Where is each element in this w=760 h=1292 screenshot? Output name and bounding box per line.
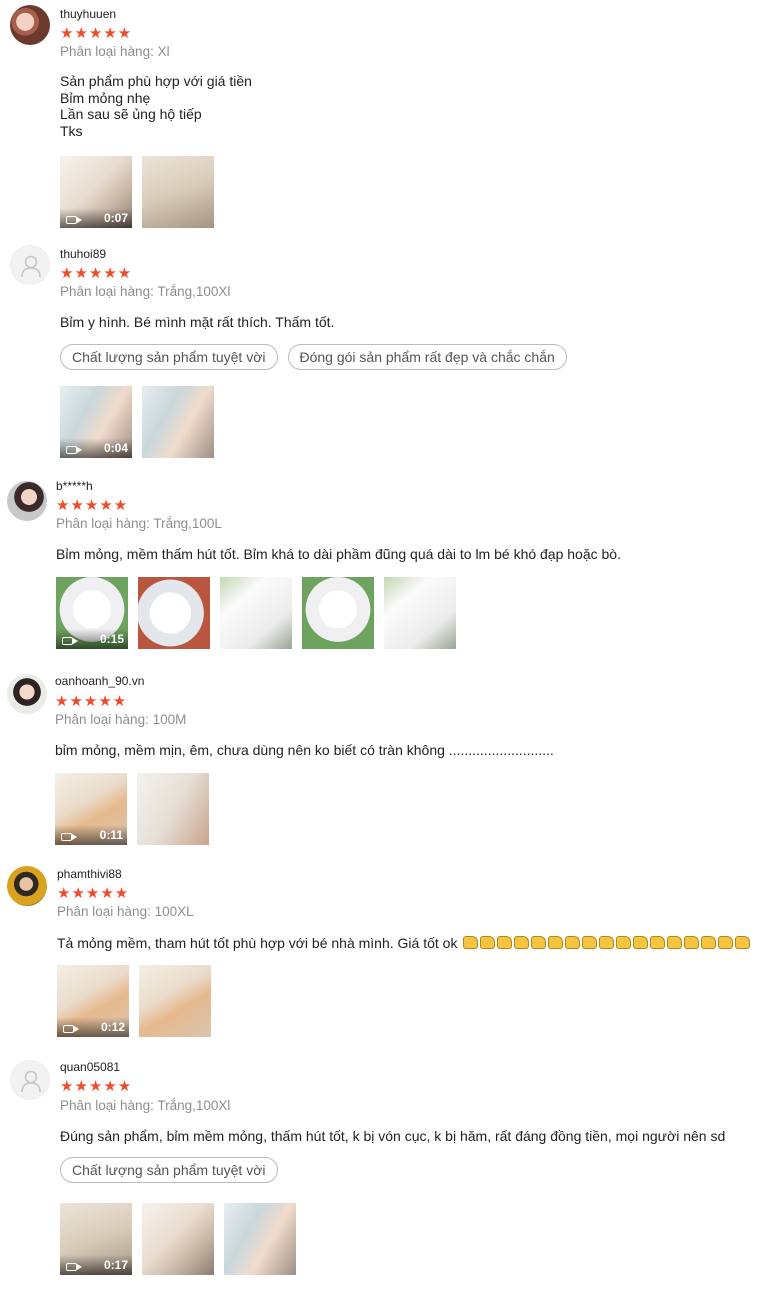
- thumbs-up-emoji-row: [461, 935, 751, 951]
- variant-label: Phân loại hàng: Trắng,100Xl: [60, 1098, 231, 1113]
- thumbs-up-emoji: [616, 936, 632, 949]
- video-thumbnail[interactable]: 0:11: [55, 773, 127, 845]
- image-thumbnail[interactable]: [142, 386, 214, 458]
- video-duration: 0:11: [99, 828, 123, 842]
- star-rating: ★★★★★: [60, 1078, 133, 1095]
- user-silhouette-icon: [21, 1070, 41, 1093]
- thumbs-up-emoji: [531, 936, 547, 949]
- video-camera-icon: [62, 637, 78, 645]
- review-text: Bỉm mỏng, mềm thấm hút tốt. Bỉm khá to d…: [56, 546, 621, 562]
- video-thumbnail[interactable]: 0:07: [60, 156, 132, 228]
- review-text-line: Tks: [60, 122, 83, 139]
- image-thumbnail[interactable]: [138, 577, 210, 649]
- thumbs-up-emoji: [735, 936, 751, 949]
- video-duration: 0:12: [100, 1020, 125, 1034]
- review-media: 0:15: [56, 577, 456, 649]
- review-media: 0:12: [57, 965, 211, 1037]
- image-thumbnail[interactable]: [224, 1203, 296, 1275]
- review-tag: Đóng gói sản phẩm rất đẹp và chắc chắn: [287, 344, 567, 370]
- video-duration: 0:17: [103, 1258, 128, 1272]
- thumbs-up-emoji: [684, 936, 700, 949]
- image-thumbnail[interactable]: [384, 577, 456, 649]
- thumbs-up-emoji: [514, 936, 530, 949]
- review-tags: Chất lượng sản phẩm tuyệt vời: [60, 1157, 278, 1183]
- star-rating: ★★★★★: [55, 693, 128, 710]
- review-text: bỉm mỏng, mềm mịn, êm, chưa dùng nên ko …: [55, 742, 554, 758]
- video-thumbnail[interactable]: 0:17: [60, 1203, 132, 1275]
- star-rating: ★★★★★: [60, 25, 133, 42]
- variant-label: Phân loại hàng: Xl: [60, 44, 170, 59]
- user-avatar[interactable]: [7, 866, 47, 906]
- user-avatar[interactable]: [10, 5, 50, 45]
- image-thumbnail[interactable]: [302, 577, 374, 649]
- thumbs-up-emoji: [701, 936, 717, 949]
- review-media: 0:07: [60, 156, 214, 228]
- star-rating: ★★★★★: [60, 265, 133, 282]
- video-camera-icon: [66, 1263, 82, 1271]
- thumbs-up-emoji: [463, 936, 479, 949]
- review-tag: Chất lượng sản phẩm tuyệt vời: [60, 344, 278, 370]
- thumbs-up-emoji: [718, 936, 734, 949]
- variant-label: Phân loại hàng: 100M: [55, 712, 187, 727]
- thumbs-up-emoji: [633, 936, 649, 949]
- review-username[interactable]: b*****h: [56, 479, 93, 493]
- review-username[interactable]: quan05081: [60, 1060, 120, 1074]
- review-tag: Chất lượng sản phẩm tuyệt vời: [60, 1157, 278, 1183]
- video-camera-icon: [61, 833, 77, 841]
- review-text: Sản phẩm phù hợp với giá tiền Bỉm mỏng n…: [60, 73, 252, 139]
- thumbs-up-emoji: [582, 936, 598, 949]
- star-rating: ★★★★★: [57, 885, 130, 902]
- star-rating: ★★★★★: [56, 497, 129, 514]
- video-camera-icon: [63, 1025, 79, 1033]
- review-text: Bỉm y hình. Bé mình mặt rất thích. Thấm …: [60, 314, 335, 330]
- video-camera-icon: [66, 216, 82, 224]
- user-avatar[interactable]: [10, 245, 50, 285]
- review-media: 0:04: [60, 386, 214, 458]
- video-thumbnail[interactable]: 0:15: [56, 577, 128, 649]
- user-avatar[interactable]: [7, 674, 47, 714]
- review-text-line: Bỉm mỏng nhẹ: [60, 89, 151, 106]
- image-thumbnail[interactable]: [137, 773, 209, 845]
- user-avatar[interactable]: [10, 1060, 50, 1100]
- thumbs-up-emoji: [480, 936, 496, 949]
- review-tags: Chất lượng sản phẩm tuyệt vời Đóng gói s…: [60, 344, 567, 370]
- review-text-line: Lần sau sẽ ủng hộ tiếp: [60, 106, 202, 122]
- video-camera-icon: [66, 446, 82, 454]
- user-silhouette-icon: [21, 255, 41, 278]
- video-thumbnail[interactable]: 0:04: [60, 386, 132, 458]
- variant-label: Phân loại hàng: Trắng,100Xl: [60, 284, 231, 299]
- review-username[interactable]: phamthivi88: [57, 867, 122, 881]
- review-text: Đúng sản phẩm, bỉm mềm mỏng, thấm hút tố…: [60, 1128, 726, 1144]
- review-username[interactable]: oanhoanh_90.vn: [55, 674, 144, 688]
- video-duration: 0:04: [103, 441, 128, 455]
- review-username[interactable]: thuyhuuen: [60, 7, 116, 21]
- thumbs-up-emoji: [599, 936, 615, 949]
- user-avatar[interactable]: [7, 481, 47, 521]
- thumbs-up-emoji: [650, 936, 666, 949]
- thumbs-up-emoji: [548, 936, 564, 949]
- review-media: 0:11: [55, 773, 209, 845]
- review-text-line: Sản phẩm phù hợp với giá tiền: [60, 73, 252, 89]
- thumbs-up-emoji: [667, 936, 683, 949]
- video-thumbnail[interactable]: 0:12: [57, 965, 129, 1037]
- variant-label: Phân loại hàng: Trắng,100L: [56, 516, 222, 531]
- review-username[interactable]: thuhoi89: [60, 247, 106, 261]
- variant-label: Phân loại hàng: 100XL: [57, 904, 194, 919]
- image-thumbnail[interactable]: [142, 156, 214, 228]
- thumbs-up-emoji: [497, 936, 513, 949]
- review-text: Tả mỏng mềm, tham hút tốt phù hợp với bé…: [57, 935, 751, 952]
- image-thumbnail[interactable]: [142, 1203, 214, 1275]
- image-thumbnail[interactable]: [220, 577, 292, 649]
- video-duration: 0:07: [103, 211, 128, 225]
- review-media: 0:17: [60, 1203, 296, 1275]
- image-thumbnail[interactable]: [139, 965, 211, 1037]
- review-text-body: Tả mỏng mềm, tham hút tốt phù hợp với bé…: [57, 935, 458, 951]
- thumbs-up-emoji: [565, 936, 581, 949]
- video-duration: 0:15: [99, 632, 124, 646]
